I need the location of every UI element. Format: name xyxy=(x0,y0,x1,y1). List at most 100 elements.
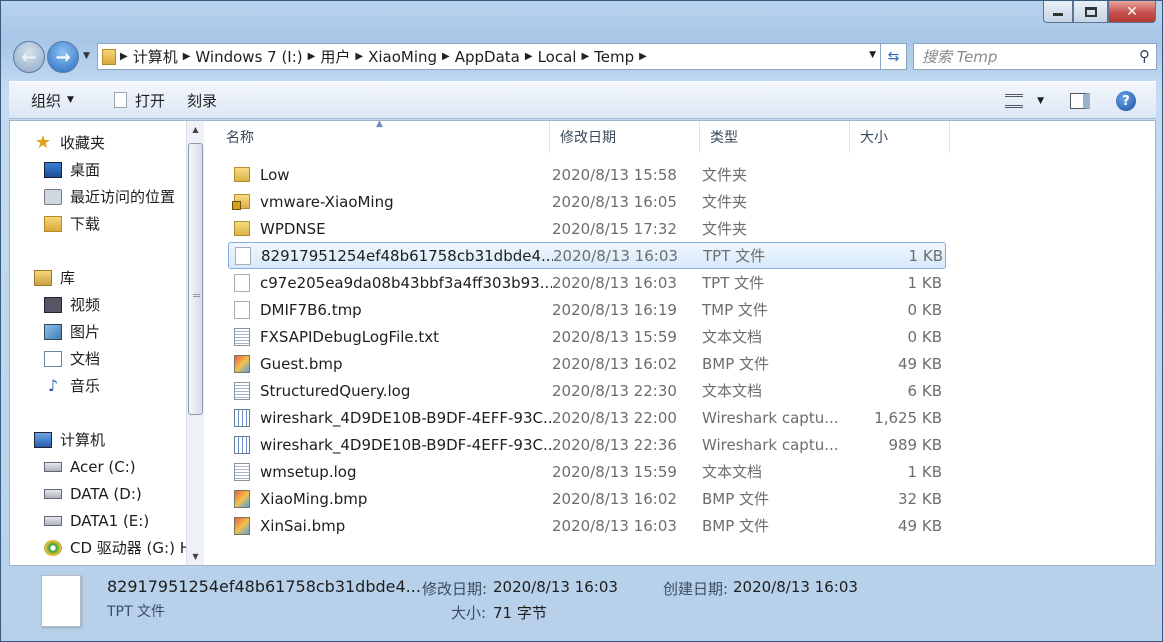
close-button[interactable]: ✕ xyxy=(1108,1,1156,23)
details-size-label: 大小: xyxy=(451,604,487,622)
documents-icon xyxy=(44,350,62,367)
file-date: 2020/8/13 22:36 xyxy=(552,435,677,454)
file-row[interactable]: Guest.bmp 2020/8/13 16:02 BMP 文件 49 KB xyxy=(228,350,946,377)
nav-label: 库 xyxy=(60,269,76,287)
file-row[interactable]: FXSAPIDebugLogFile.txt 2020/8/13 15:59 文本文… xyxy=(228,323,946,350)
nav-label: 最近访问的位置 xyxy=(70,188,176,206)
breadcrumb-drive[interactable]: Windows 7 (I:) xyxy=(195,48,302,66)
file-row[interactable]: 82917951254ef48b61758cb31dbde4... 2020/8/… xyxy=(228,242,946,269)
file-date: 2020/8/15 17:32 xyxy=(552,219,677,238)
back-button[interactable]: ← xyxy=(13,41,45,73)
nav-drive-c[interactable]: Acer (C:) xyxy=(44,453,136,480)
capture-file-icon xyxy=(234,408,250,427)
breadcrumb-separator-icon[interactable]: ▶ xyxy=(355,51,363,62)
breadcrumb-separator-icon[interactable]: ▶ xyxy=(442,51,450,62)
nav-downloads[interactable]: 下载 xyxy=(44,210,100,237)
file-row[interactable]: DMIF7B6.tmp 2020/8/13 16:19 TMP 文件 0 KB xyxy=(228,296,946,323)
scrollbar-thumb[interactable] xyxy=(188,143,203,415)
nav-videos[interactable]: 视频 xyxy=(44,291,100,318)
breadcrumb-users[interactable]: 用户 xyxy=(320,46,350,67)
maximize-button[interactable] xyxy=(1073,1,1108,23)
column-label: 大小 xyxy=(860,130,888,146)
file-row[interactable]: vmware-XiaoMing 2020/8/13 16:05 文件夹 xyxy=(228,188,946,215)
breadcrumb-separator-icon[interactable]: ▶ xyxy=(120,51,128,62)
forward-button[interactable]: → xyxy=(47,41,79,73)
nav-pictures[interactable]: 图片 xyxy=(44,318,100,345)
refresh-icon: ⇆ xyxy=(887,48,900,65)
nav-drive-g[interactable]: CD 驱动器 (G:) H xyxy=(44,534,186,561)
document-icon xyxy=(113,92,127,108)
file-type: 文件夹 xyxy=(702,193,748,211)
file-name-cell: 82917951254ef48b61758cb31dbde4... xyxy=(229,246,553,265)
file-row[interactable]: wireshark_4D9DE10B-B9DF-4EFF-93C... 2020/… xyxy=(228,404,946,431)
address-dropdown-icon[interactable]: ▼ xyxy=(869,50,876,60)
organize-button[interactable]: 组织 ▼ xyxy=(31,90,74,111)
breadcrumb-separator-icon[interactable]: ▶ xyxy=(639,51,647,62)
libraries-icon xyxy=(34,269,52,286)
column-headers: ▲ 名称 修改日期 类型 大小 xyxy=(216,119,956,153)
breadcrumb-user[interactable]: XiaoMing xyxy=(368,48,437,66)
nav-recent-places[interactable]: 最近访问的位置 xyxy=(44,183,175,210)
refresh-button[interactable]: ⇆ xyxy=(881,43,907,70)
scroll-down-icon[interactable]: ▼ xyxy=(187,548,204,565)
view-options-dropdown-icon[interactable]: ▼ xyxy=(1037,96,1044,106)
search-icon[interactable]: ⚲ xyxy=(1139,47,1150,65)
text-file-icon xyxy=(234,462,250,481)
file-row[interactable]: wmsetup.log 2020/8/13 15:59 文本文档 1 KB xyxy=(228,458,946,485)
nav-documents[interactable]: 文档 xyxy=(44,345,100,372)
file-name-cell: WPDNSE xyxy=(228,220,552,238)
file-type: 文件夹 xyxy=(702,166,748,184)
column-size[interactable]: 大小 xyxy=(850,121,950,153)
nav-music[interactable]: ♪ 音乐 xyxy=(44,372,100,399)
scroll-up-icon[interactable]: ▲ xyxy=(187,121,204,138)
breadcrumb-separator-icon[interactable]: ▶ xyxy=(525,51,533,62)
search-box[interactable]: 搜索 Temp ⚲ xyxy=(913,43,1157,70)
file-name: FXSAPIDebugLogFile.txt xyxy=(260,327,440,346)
nav-label: 桌面 xyxy=(70,161,101,179)
help-icon[interactable]: ? xyxy=(1116,91,1136,111)
file-row[interactable]: c97e205ea9da08b43bbf3a4ff303b93... 2020/8… xyxy=(228,269,946,296)
breadcrumb-local[interactable]: Local xyxy=(538,48,577,66)
breadcrumb-temp[interactable]: Temp xyxy=(594,48,634,66)
file-type: 文本文档 xyxy=(702,463,763,481)
burn-label: 刻录 xyxy=(186,91,217,110)
minimize-button[interactable] xyxy=(1043,1,1073,23)
search-placeholder: 搜索 Temp xyxy=(922,48,998,66)
file-date: 2020/8/13 16:02 xyxy=(552,354,677,373)
file-name: wmsetup.log xyxy=(260,462,357,481)
column-type[interactable]: 类型 xyxy=(700,121,850,153)
file-row[interactable]: wireshark_4D9DE10B-B9DF-4EFF-93C... 2020/… xyxy=(228,431,946,458)
breadcrumb-appdata[interactable]: AppData xyxy=(455,48,520,66)
file-row[interactable]: WPDNSE 2020/8/15 17:32 文件夹 xyxy=(228,215,946,242)
nav-libraries[interactable]: 库 xyxy=(34,264,75,291)
column-date-modified[interactable]: 修改日期 xyxy=(550,121,700,153)
details-file-name: 82917951254ef48b61758cb31dbde4... xyxy=(107,577,421,596)
breadcrumb-separator-icon[interactable]: ▶ xyxy=(183,51,191,62)
nav-label: 音乐 xyxy=(70,377,101,395)
file-date: 2020/8/13 15:58 xyxy=(552,165,677,184)
nav-label: 文档 xyxy=(70,350,101,368)
burn-button[interactable]: 刻录 xyxy=(187,90,217,111)
nav-favorites[interactable]: ★ 收藏夹 xyxy=(34,129,105,156)
breadcrumb-separator-icon[interactable]: ▶ xyxy=(581,51,589,62)
preview-pane-icon[interactable] xyxy=(1070,93,1090,109)
file-row[interactable]: StructuredQuery.log 2020/8/13 22:30 文本文档 6 … xyxy=(228,377,946,404)
file-name: wireshark_4D9DE10B-B9DF-4EFF-93C... xyxy=(260,435,552,454)
file-name: DMIF7B6.tmp xyxy=(260,300,362,319)
file-row[interactable]: XiaoMing.bmp 2020/8/13 16:02 BMP 文件 32 KB xyxy=(228,485,946,512)
nav-drive-d[interactable]: DATA (D:) xyxy=(44,480,142,507)
nav-drive-e[interactable]: DATA1 (E:) xyxy=(44,507,149,534)
breadcrumb-separator-icon[interactable]: ▶ xyxy=(308,51,316,62)
navigation-scrollbar[interactable]: ▲ ▼ xyxy=(186,121,204,565)
change-view-icon[interactable] xyxy=(1005,94,1024,108)
address-bar[interactable]: ▶ 计算机 ▶ Windows 7 (I:) ▶ 用户 ▶ XiaoMing ▶… xyxy=(97,43,881,70)
nav-computer[interactable]: 计算机 xyxy=(34,426,105,453)
nav-desktop[interactable]: 桌面 xyxy=(44,156,100,183)
file-row[interactable]: XinSai.bmp 2020/8/13 16:03 BMP 文件 49 KB xyxy=(228,512,946,539)
column-name[interactable]: ▲ 名称 xyxy=(216,119,550,153)
recent-pages-dropdown[interactable]: ▼ xyxy=(83,51,90,61)
breadcrumb-computer[interactable]: 计算机 xyxy=(133,46,178,67)
file-row[interactable]: Low 2020/8/13 15:58 文件夹 xyxy=(228,161,946,188)
open-button[interactable]: 打开 xyxy=(113,90,165,111)
content-area: ★ 收藏夹 桌面 最近访问的位置 下载 库 视频 图片 文档 ♪ 音乐 计算机 Ac… xyxy=(9,119,1156,566)
